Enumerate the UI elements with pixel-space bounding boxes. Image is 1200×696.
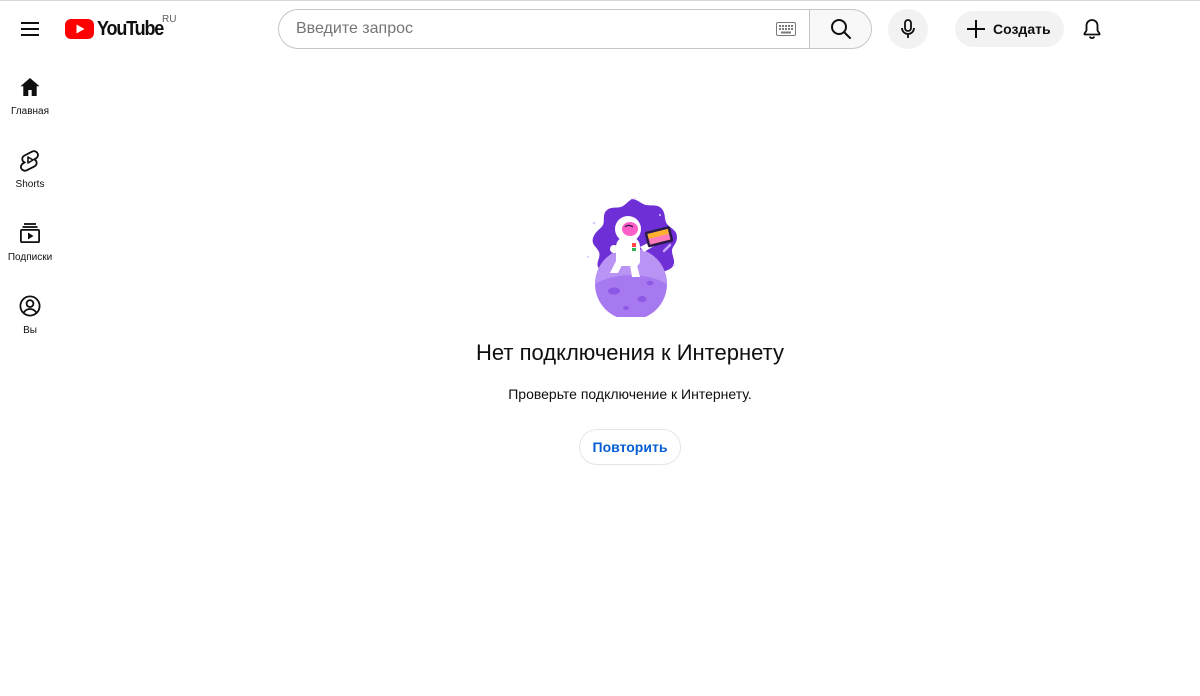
create-button-label: Создать <box>993 21 1051 37</box>
home-icon <box>20 78 40 96</box>
offline-subtitle: Проверьте подключение к Интернету. <box>508 386 752 402</box>
subscriptions-icon <box>20 223 41 243</box>
keyboard-icon[interactable] <box>776 22 796 36</box>
notifications-button[interactable] <box>1072 9 1112 49</box>
youtube-play-logo-icon <box>65 19 94 39</box>
guide-item-home[interactable]: Главная <box>0 57 60 121</box>
guide-item-label: Вы <box>23 325 37 336</box>
voice-search-button[interactable] <box>888 9 928 49</box>
create-button[interactable]: Создать <box>955 11 1064 47</box>
guide-item-label: Shorts <box>15 179 45 190</box>
logo-country-code: RU <box>162 14 177 25</box>
logo-wordmark: YouTube <box>97 17 164 40</box>
retry-button[interactable]: Повторить <box>579 429 681 465</box>
guide-item-shorts[interactable]: Shorts <box>0 130 60 194</box>
search-input[interactable] <box>296 20 776 38</box>
guide-menu-button[interactable] <box>10 9 50 49</box>
guide-item-subscriptions[interactable]: Подписки <box>0 203 60 267</box>
guide-item-label: Подписки <box>7 252 53 263</box>
search-box <box>278 9 810 49</box>
astronaut-on-planet-illustration <box>587 198 677 317</box>
youtube-logo[interactable]: YouTube RU <box>65 13 176 45</box>
guide-item-you[interactable]: Вы <box>0 276 60 340</box>
masthead: YouTube RU Введите запрос Создать <box>0 1 1200 57</box>
bell-icon <box>1083 19 1101 39</box>
hamburger-menu-icon <box>21 22 39 36</box>
account-icon <box>19 295 41 317</box>
plus-icon <box>967 20 985 38</box>
offline-title: Нет подключения к Интернету <box>476 340 784 365</box>
search-button[interactable] <box>809 9 872 49</box>
guide-item-label: Главная <box>10 106 50 117</box>
microphone-icon <box>901 19 915 38</box>
shorts-icon <box>20 150 39 172</box>
search-icon <box>830 19 851 39</box>
